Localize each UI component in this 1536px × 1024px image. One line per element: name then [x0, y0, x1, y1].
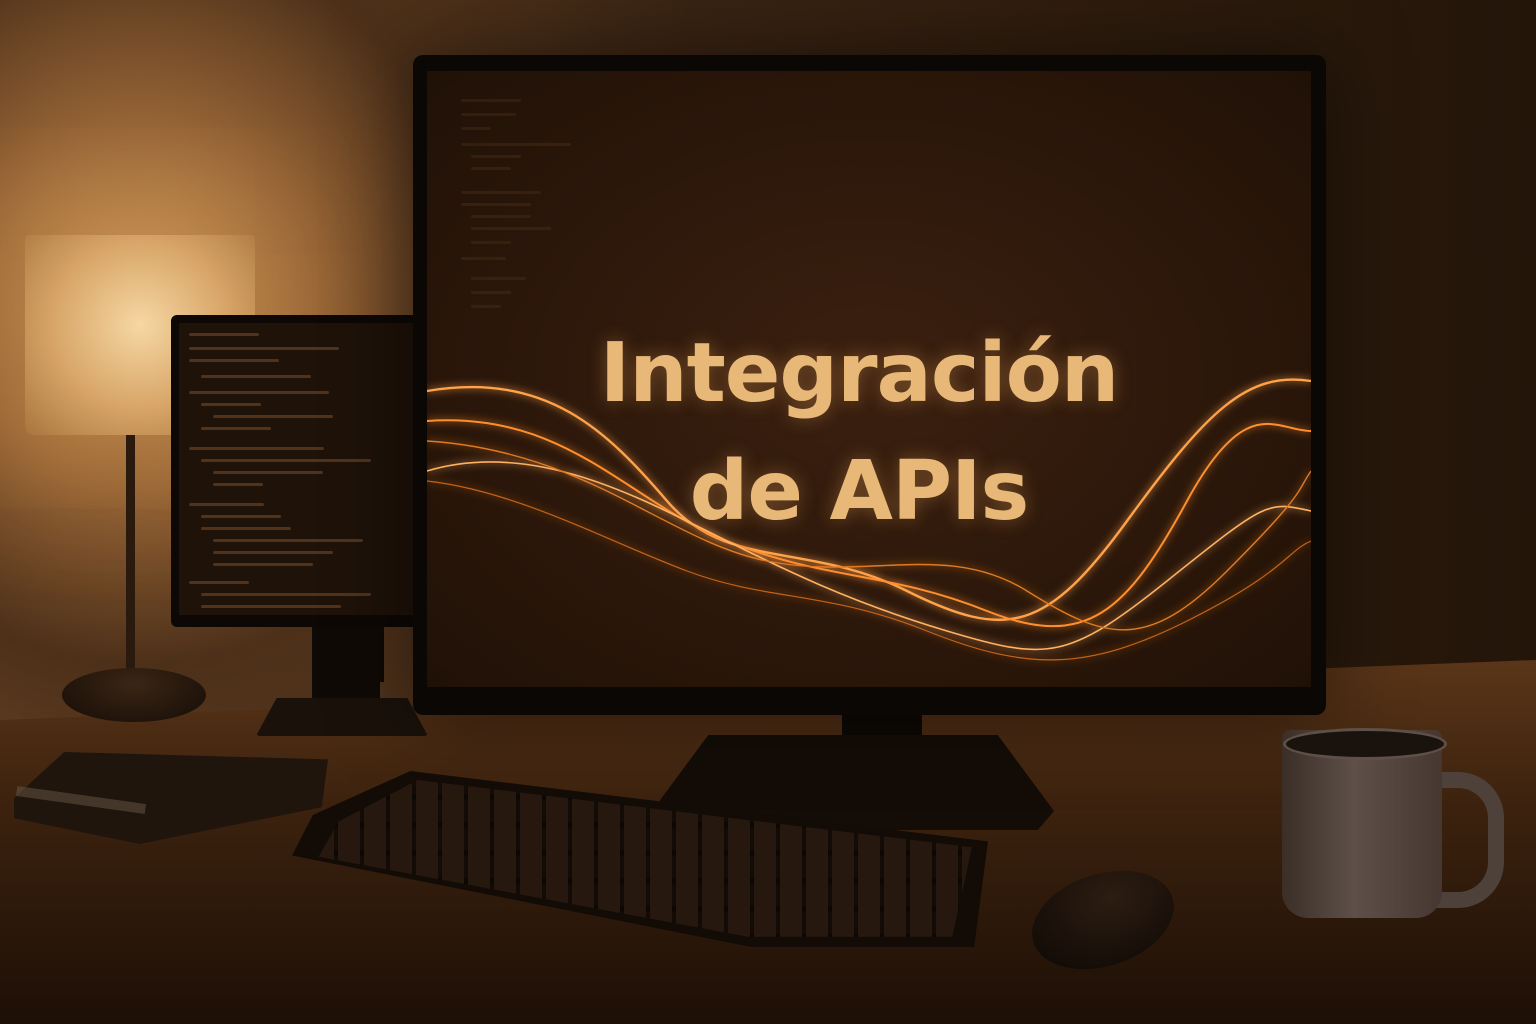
secondary-monitor-stand	[312, 625, 380, 705]
secondary-monitor-code-screen	[179, 323, 423, 615]
secondary-monitor	[171, 315, 431, 627]
main-monitor-screen: Integración de APIs	[427, 71, 1311, 687]
lamp-pole	[126, 435, 135, 685]
main-monitor: Integración de APIs	[413, 55, 1326, 715]
mug-rim	[1283, 728, 1447, 760]
secondary-monitor-base	[256, 698, 428, 736]
headline-line-2: de APIs	[689, 444, 1030, 539]
monitor-cable	[378, 620, 384, 682]
lamp-base	[62, 668, 206, 722]
headline-line-1: Integración	[599, 326, 1120, 421]
